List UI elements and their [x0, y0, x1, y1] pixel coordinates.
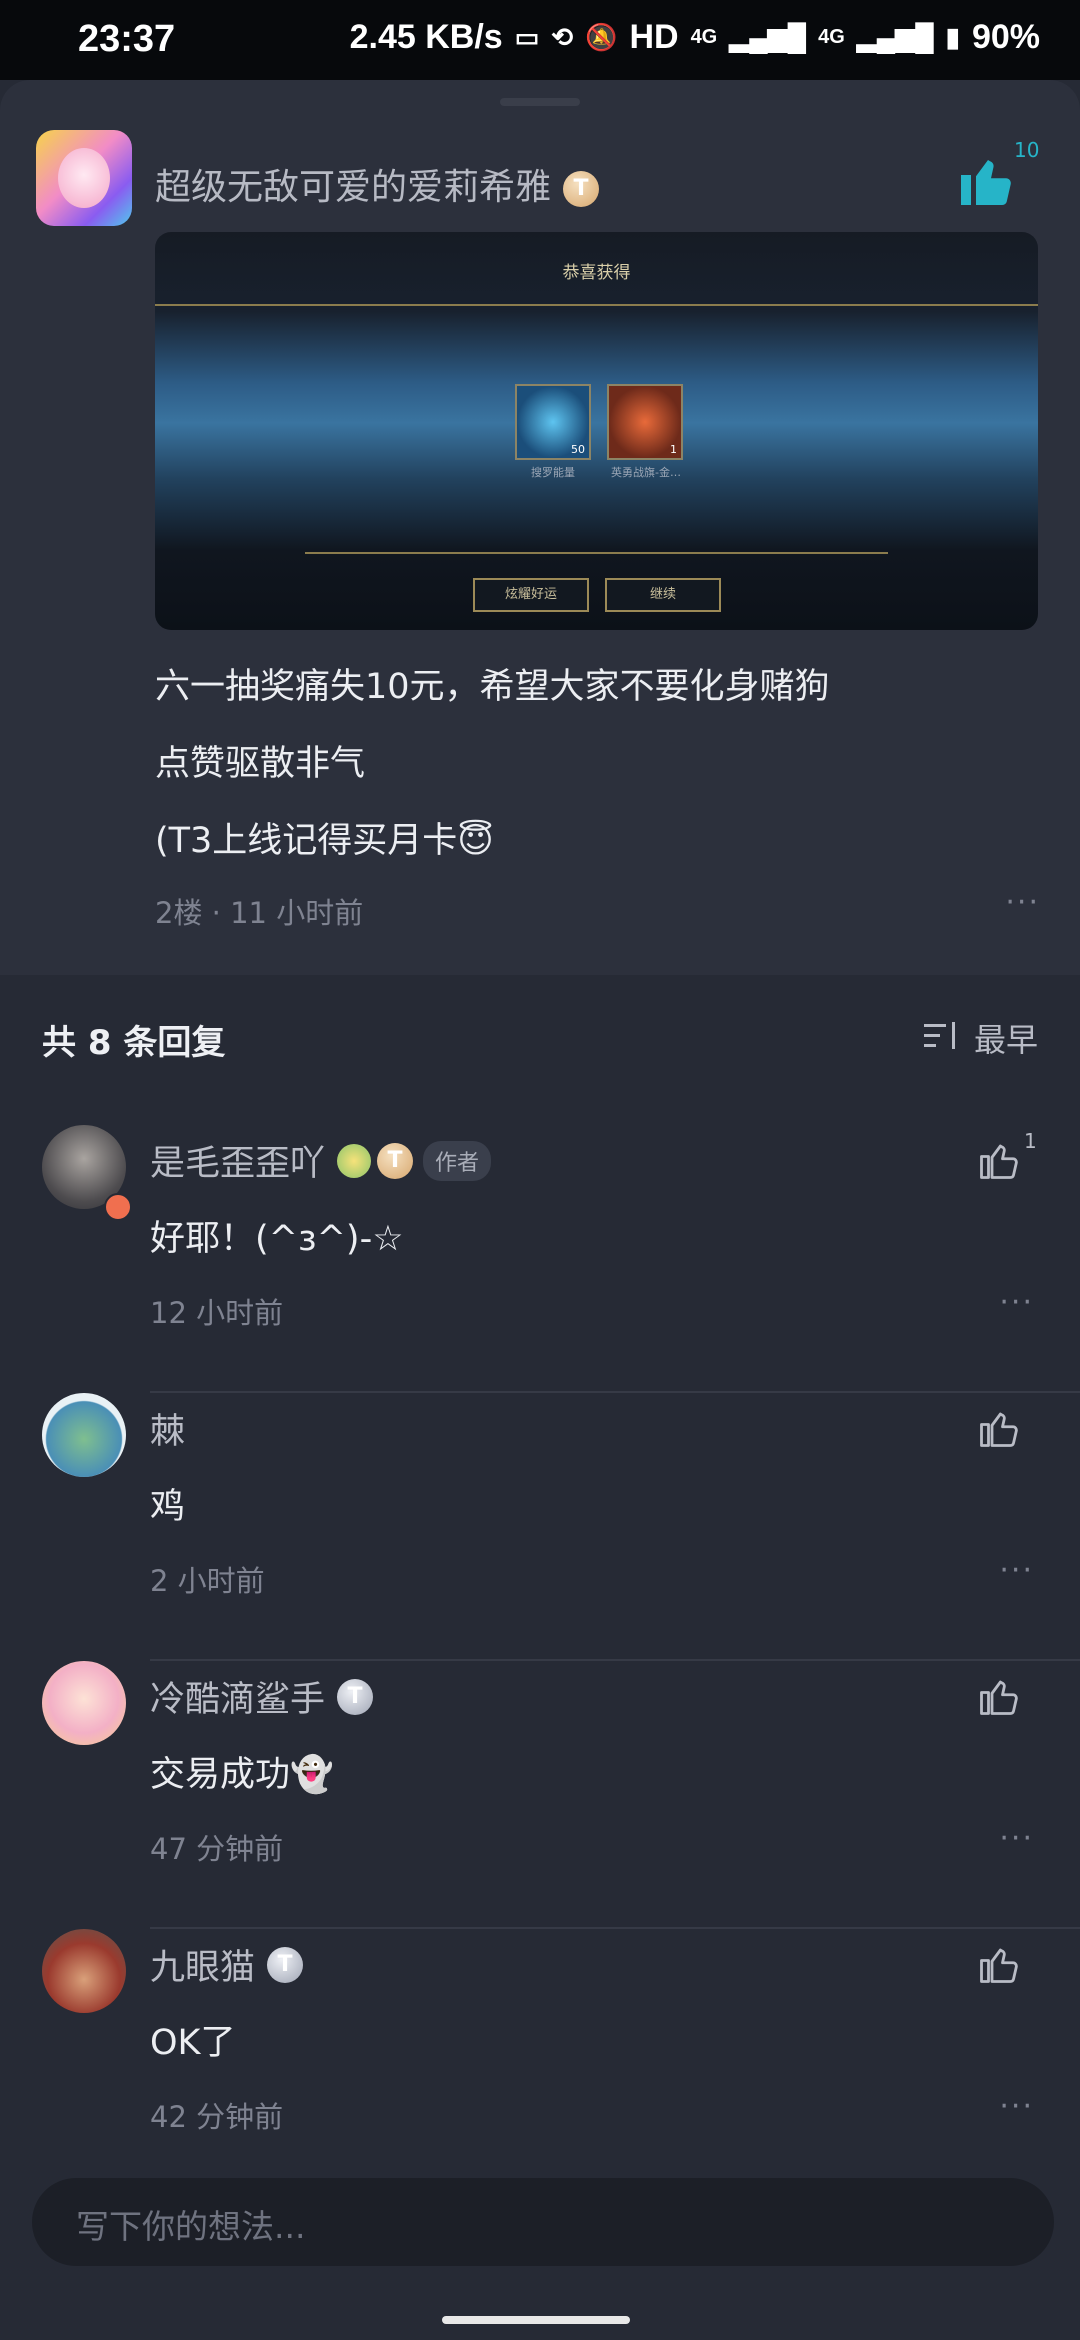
post-author-name[interactable]: 超级无敌可爱的爱莉希雅 T — [155, 158, 600, 210]
comment-like-button[interactable] — [978, 1407, 1028, 1457]
image-button-show-luck: 炫耀好运 — [473, 578, 589, 612]
commenter-avatar[interactable] — [42, 1393, 126, 1477]
sort-label: 最早 — [973, 1021, 1038, 1059]
item1-label: 搜罗能量 — [531, 466, 575, 479]
level-badge-icon: T — [377, 1142, 414, 1179]
refresh-rate-icon: ▭ — [514, 22, 540, 52]
thumbs-up-icon — [980, 1948, 1018, 1983]
post-like-count: 10 — [1014, 138, 1040, 162]
comment-text: 鸡 — [150, 1487, 186, 1527]
replies-count-title: 共 8 条回复 — [42, 1023, 226, 1063]
image-title: 恭喜获得 — [562, 263, 631, 283]
comment-text: 交易成功👻 — [150, 1755, 334, 1795]
drag-handle[interactable] — [500, 98, 580, 106]
item2-count: 1 — [670, 443, 677, 456]
avatar-face-graphic — [58, 148, 110, 208]
comment-more-button[interactable]: ··· — [999, 2089, 1034, 2124]
level-badge-icon: T — [267, 1946, 304, 1983]
comment-more-button[interactable]: ··· — [999, 1821, 1034, 1856]
comment-like-button[interactable]: 1 — [978, 1129, 1037, 1189]
commenter-avatar[interactable] — [42, 1929, 126, 2013]
commenter-name[interactable]: 冷酷滴鲨手 T — [150, 1671, 374, 1722]
level-badge-icon: T — [563, 171, 600, 207]
signal-icon: ▂▄▆█ — [729, 22, 807, 52]
comment-item: 棘 鸡 2 小时前 ··· — [0, 1393, 1080, 1661]
commenter-avatar[interactable] — [42, 1661, 126, 1745]
item2-label: 英勇战旗-金… — [611, 466, 681, 479]
thumbs-up-icon — [980, 1412, 1018, 1447]
banner-item-icon: 1 — [607, 384, 683, 460]
post-author-name-text: 超级无敌可爱的爱莉希雅 — [155, 167, 552, 208]
commenter-name-text: 冷酷滴鲨手 — [150, 1680, 326, 1720]
hd-label: HD — [629, 18, 679, 56]
comment-item: 九眼猫 T OK了 42 分钟前 ··· — [0, 1929, 1080, 2197]
energy-item-icon: 50 — [515, 384, 591, 460]
comment-time: 42 分钟前 — [150, 2100, 284, 2134]
sort-order-button[interactable]: 最早 — [923, 1015, 1038, 1061]
commenter-name-text: 棘 — [150, 1412, 186, 1452]
post-image[interactable]: 恭喜获得 50 搜罗能量 1 英勇战旗-金… 炫耀好运 继续 — [155, 232, 1038, 630]
main-post: 超级无敌可爱的爱莉希雅 T 10 恭喜获得 50 搜罗能量 1 英勇战旗-金… 炫… — [0, 80, 1080, 975]
comment-time: 12 小时前 — [150, 1296, 284, 1330]
comment-more-button[interactable]: ··· — [999, 1285, 1034, 1320]
level-badge-icon: T — [337, 1678, 374, 1715]
sticker-badge-icon — [337, 1143, 372, 1178]
battery-level: 90% — [971, 18, 1040, 56]
image-button-continue: 继续 — [605, 578, 721, 612]
post-text-line-1: 六一抽奖痛失10元，希望大家不要化身赌狗 — [155, 667, 830, 707]
post-author-avatar[interactable] — [36, 130, 132, 226]
post-more-button[interactable]: ··· — [1005, 885, 1040, 920]
status-icons: 2.45 KB/s ▭ ⟲ 🔕 HD 4G ▂▄▆█ 4G ▂▄▆█ ▮ 90% — [350, 18, 1040, 57]
comment-more-button[interactable]: ··· — [999, 1553, 1034, 1588]
image-bottom-line — [305, 552, 888, 554]
author-tag: 作者 — [423, 1140, 492, 1181]
commenter-name[interactable]: 是毛歪歪吖 T 作者 — [150, 1135, 492, 1186]
comment-input[interactable]: 写下你的想法... — [32, 2178, 1054, 2266]
comment-like-button[interactable] — [978, 1675, 1028, 1725]
comment-time: 47 分钟前 — [150, 1832, 284, 1866]
thumbs-up-icon — [980, 1680, 1018, 1715]
comment-sheet: 超级无敌可爱的爱莉希雅 T 10 恭喜获得 50 搜罗能量 1 英勇战旗-金… 炫… — [0, 80, 1080, 2340]
commenter-name-text: 是毛歪歪吖 — [150, 1144, 326, 1184]
sort-list-icon — [923, 1022, 955, 1049]
thumbs-up-icon — [980, 1144, 1018, 1179]
vip-badge-icon — [104, 1193, 132, 1221]
battery-icon: ▮ — [945, 22, 960, 52]
post-like-button[interactable]: 10 — [956, 128, 1046, 208]
post-text-line-3: (T3上线记得买月卡😇 — [155, 821, 494, 861]
comment-item: 冷酷滴鲨手 T 交易成功👻 47 分钟前 ··· — [0, 1661, 1080, 1929]
mute-icon: 🔕 — [585, 22, 618, 52]
commenter-name-text: 九眼猫 — [150, 1948, 256, 1988]
image-top-line — [155, 304, 1038, 306]
comment-like-count: 1 — [1024, 1129, 1037, 1153]
status-bar: 23:37 2.45 KB/s ▭ ⟲ 🔕 HD 4G ▂▄▆█ 4G ▂▄▆█… — [0, 0, 1080, 80]
comment-like-button[interactable] — [978, 1943, 1028, 1993]
post-meta: 2楼 · 11 小时前 — [155, 896, 364, 930]
comment-item: 是毛歪歪吖 T 作者 好耶！(^з^)-☆ 12 小时前 1 ··· — [0, 1125, 1080, 1393]
post-text-line-2: 点赞驱散非气 — [155, 744, 366, 784]
home-indicator[interactable] — [442, 2316, 630, 2324]
network-type-1: 4G — [690, 26, 718, 48]
comment-text: 好耶！(^з^)-☆ — [150, 1219, 404, 1259]
network-speed: 2.45 KB/s — [349, 18, 503, 56]
thumbs-up-filled-icon — [961, 160, 1011, 205]
signal-icon-2: ▂▄▆█ — [856, 22, 934, 52]
comment-input-placeholder: 写下你的想法... — [76, 2207, 306, 2246]
item1-count: 50 — [571, 443, 585, 456]
status-time: 23:37 — [78, 18, 176, 60]
commenter-name[interactable]: 棘 — [150, 1403, 185, 1454]
comment-text: OK了 — [150, 2023, 236, 2063]
network-type-2: 4G — [818, 26, 845, 48]
rotate-icon: ⟲ — [551, 22, 574, 52]
comment-time: 2 小时前 — [150, 1564, 265, 1598]
commenter-name[interactable]: 九眼猫 T — [150, 1939, 304, 1990]
